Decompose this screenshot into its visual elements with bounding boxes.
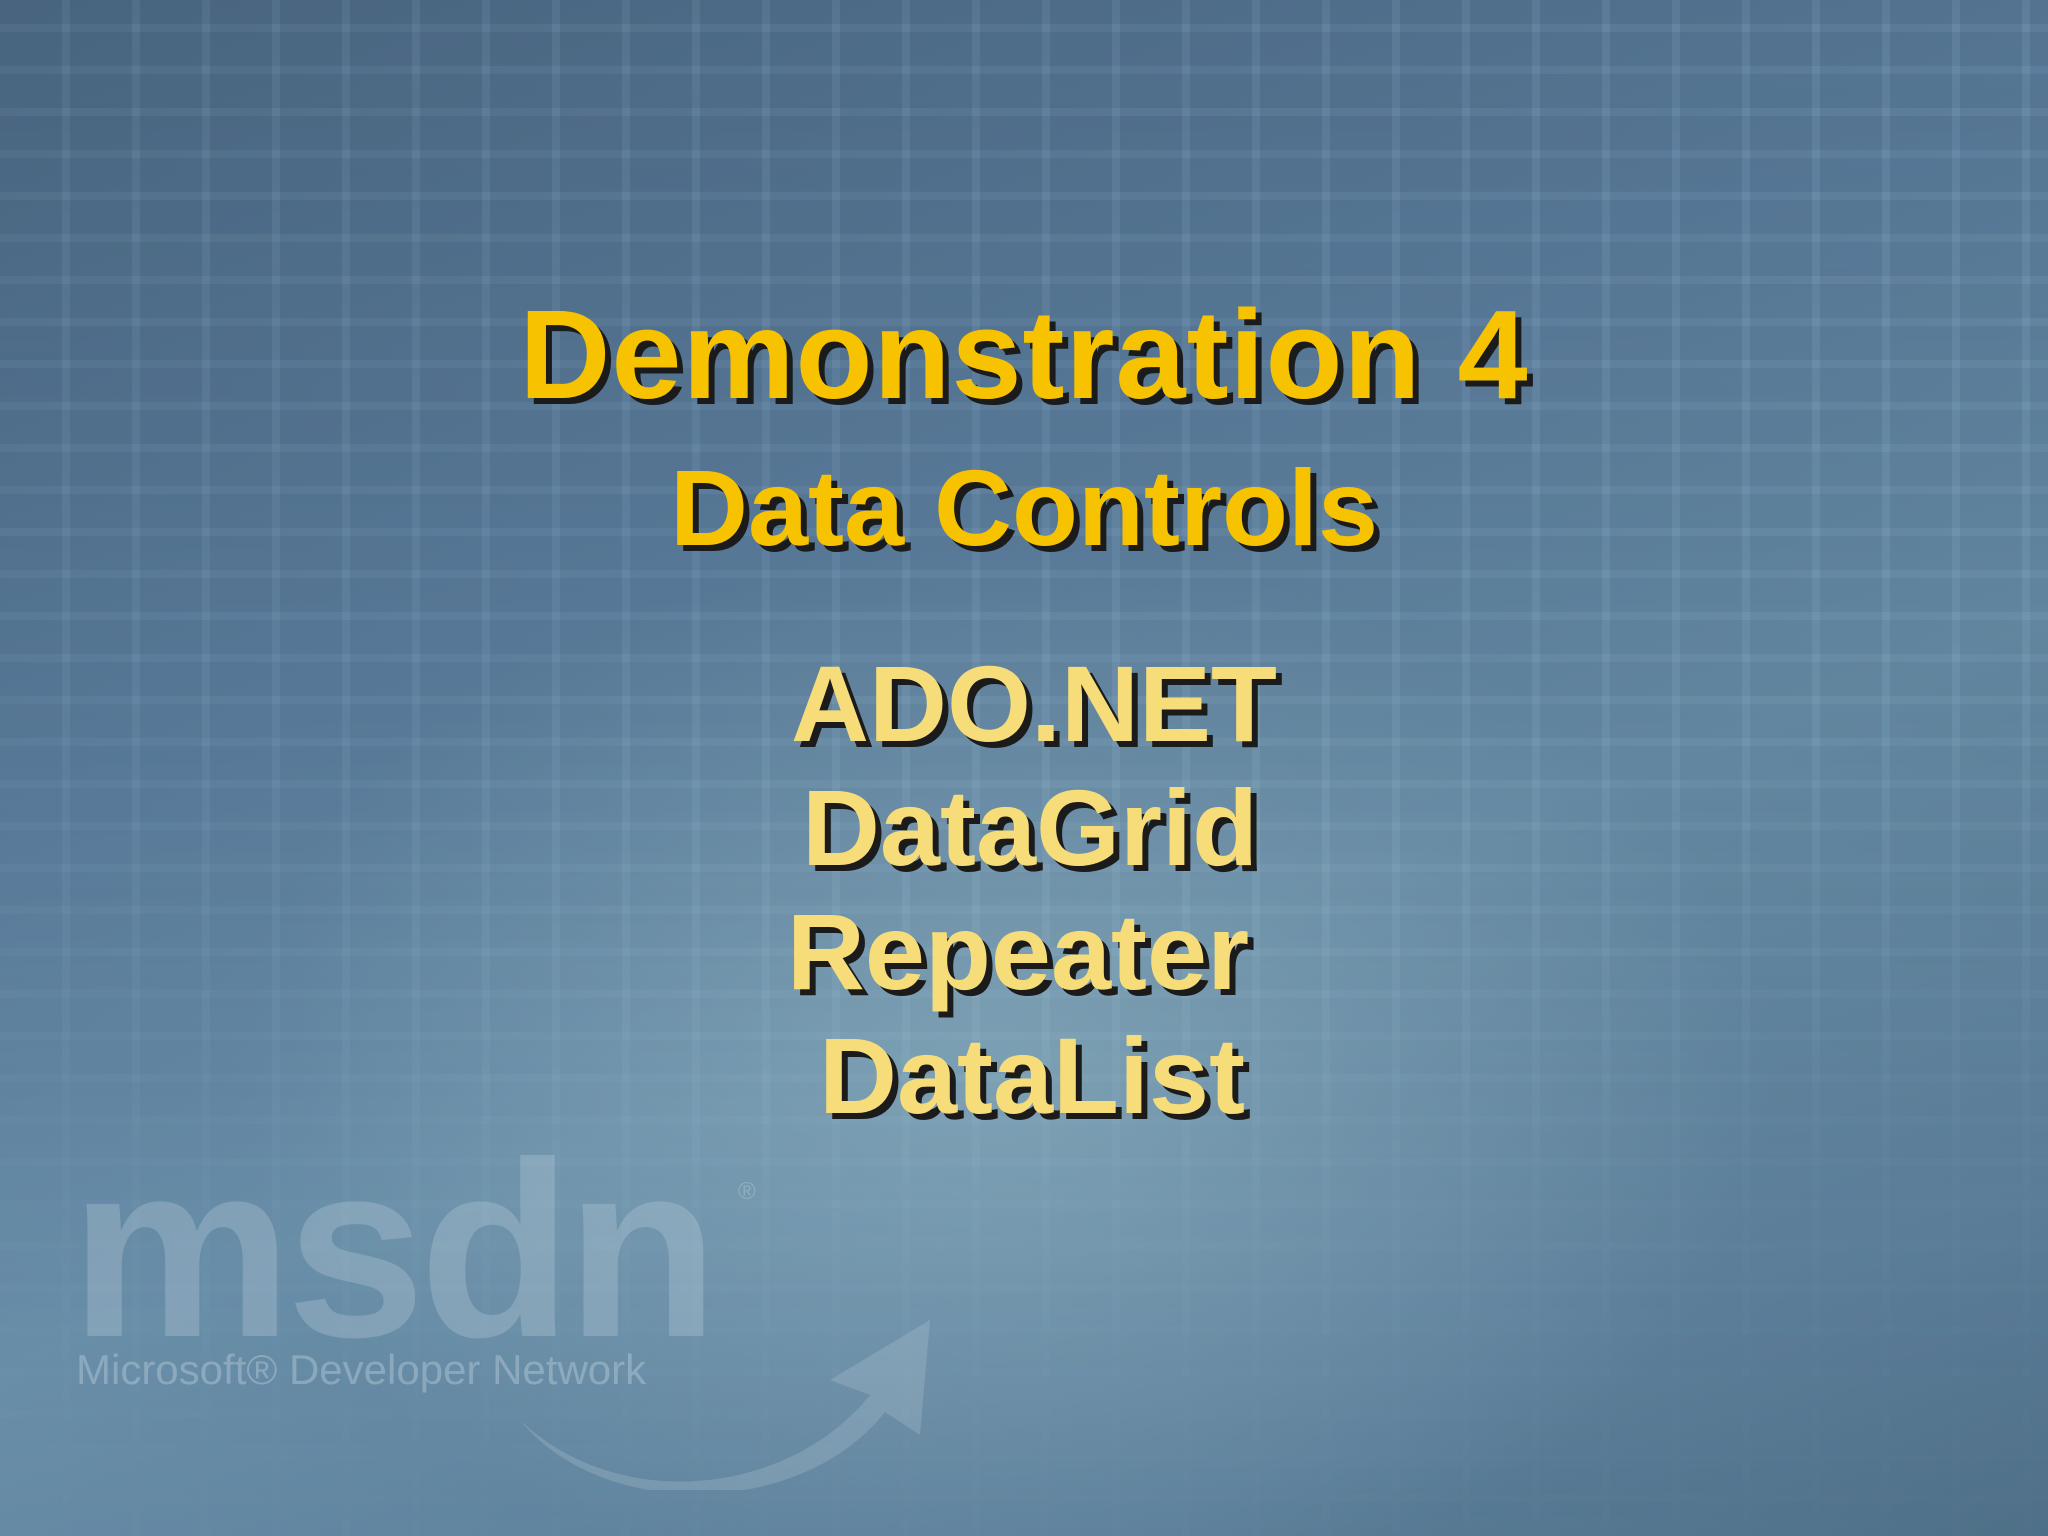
topic-list: ADO.NET DataGrid Repeater DataList xyxy=(0,642,2048,1138)
topic-item-datagrid: DataGrid xyxy=(801,767,1259,888)
slide-subtitle: Data Controls xyxy=(669,447,1379,568)
registered-mark: ® xyxy=(738,1178,756,1205)
slide: Demonstration 4 Data Controls ADO.NET Da… xyxy=(0,0,2048,1536)
msdn-watermark-logo: msdn ® Microsoft® Developer Network xyxy=(70,1100,970,1500)
topic-item-ado-net: ADO.NET xyxy=(791,643,1277,764)
slide-title: Demonstration 4 xyxy=(519,284,1529,425)
msdn-swoosh-arrow-icon xyxy=(520,1320,930,1490)
topic-item-repeater: Repeater xyxy=(786,891,1250,1012)
logo-tagline: Microsoft® Developer Network xyxy=(76,1346,647,1393)
